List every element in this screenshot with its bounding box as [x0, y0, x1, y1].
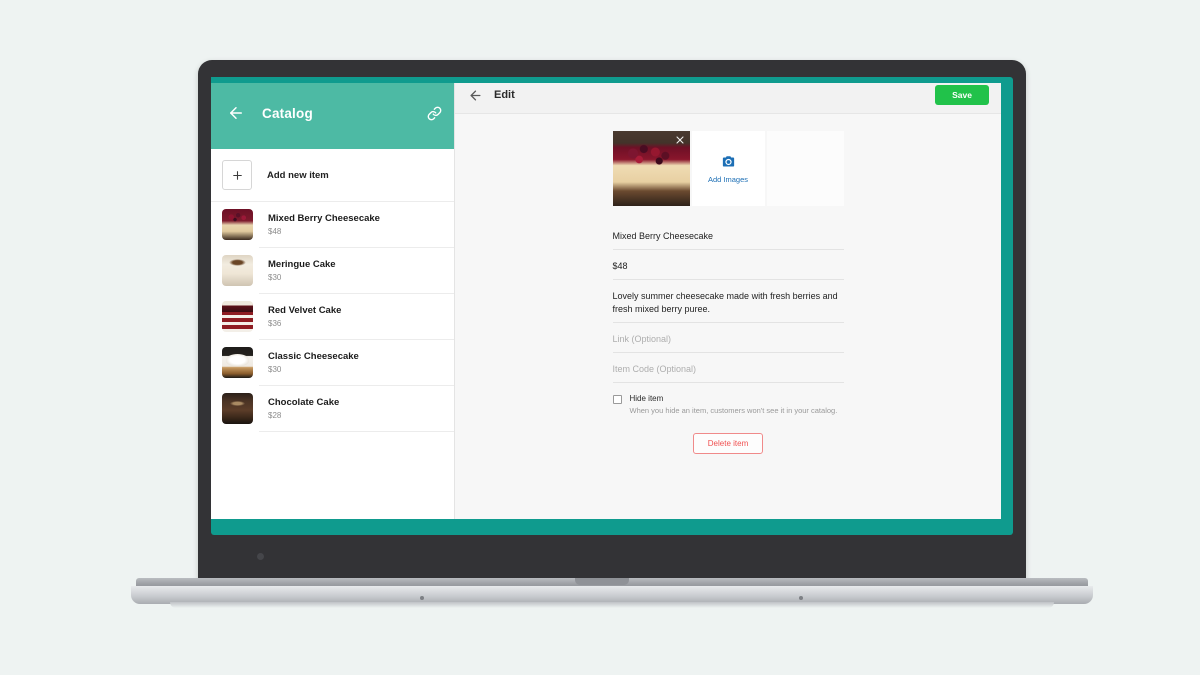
- add-images-label: Add Images: [707, 174, 749, 184]
- list-divider: [259, 431, 454, 432]
- item-name: Mixed Berry Cheesecake: [268, 213, 380, 225]
- list-item[interactable]: Classic Cheesecake $30: [211, 340, 454, 385]
- catalog-item-list: Add new item Mixed Berry Cheesecake $48 …: [211, 149, 454, 519]
- item-thumbnail: [222, 393, 253, 424]
- item-description-field[interactable]: Lovely summer cheesecake made with fresh…: [612, 280, 844, 324]
- item-name: Meringue Cake: [268, 259, 336, 271]
- save-button[interactable]: Save: [935, 85, 989, 105]
- item-text-block: Classic Cheesecake $30: [268, 351, 359, 374]
- laptop-base-shadow: [170, 602, 1054, 608]
- laptop-base-dot-left: [420, 596, 424, 600]
- hide-item-block: Hide item When you hide an item, custome…: [612, 383, 844, 417]
- add-images-tile[interactable]: Add Images: [689, 131, 767, 206]
- hide-item-texts: Hide item When you hide an item, custome…: [630, 394, 838, 417]
- link-icon[interactable]: [427, 106, 442, 121]
- add-new-item-label: Add new item: [267, 169, 329, 181]
- item-price: $30: [268, 272, 282, 282]
- item-text-block: Chocolate Cake $28: [268, 397, 339, 420]
- item-name-field[interactable]: Mixed Berry Cheesecake: [612, 220, 844, 251]
- image-strip: Add Images: [612, 131, 844, 206]
- delete-button-wrap: Delete item: [613, 433, 844, 455]
- laptop-base-dot-right: [799, 596, 803, 600]
- delete-item-button[interactable]: Delete item: [692, 433, 764, 455]
- catalog-back-icon[interactable]: [227, 104, 245, 122]
- item-text-block: Mixed Berry Cheesecake $48: [268, 213, 380, 236]
- empty-image-tile[interactable]: [766, 131, 844, 206]
- plus-icon: [232, 170, 242, 180]
- hide-item-label: Hide item: [629, 394, 664, 404]
- edit-form-area: Add Images Mixed Berry Cheesecake $48 Lo…: [455, 114, 1001, 519]
- item-thumbnail: [222, 255, 253, 286]
- app-screen: Catalog Add new item Mixed Berry Cheesec…: [211, 77, 1001, 519]
- camera-icon: [722, 155, 734, 166]
- list-item[interactable]: Chocolate Cake $28: [211, 386, 454, 431]
- webcam-dot: [257, 553, 264, 560]
- item-name: Red Velvet Cake: [268, 305, 342, 317]
- edit-back-icon[interactable]: [468, 88, 483, 103]
- catalog-title: Catalog: [262, 105, 313, 121]
- page-title: Edit: [494, 89, 515, 101]
- close-icon[interactable]: [674, 134, 686, 146]
- item-thumbnail: [222, 301, 253, 332]
- item-text-block: Red Velvet Cake $36: [268, 305, 341, 328]
- hide-item-description: When you hide an item, customers won't s…: [629, 406, 838, 416]
- list-item[interactable]: Mixed Berry Cheesecake $48: [211, 202, 454, 247]
- screen-top-strip: [211, 77, 1001, 83]
- item-code-field[interactable]: Item Code (Optional): [612, 353, 844, 384]
- catalog-header: Catalog: [211, 77, 454, 149]
- item-price-field[interactable]: $48: [612, 250, 844, 281]
- item-thumbnail: [222, 347, 253, 378]
- item-link-field[interactable]: Link (Optional): [612, 323, 844, 354]
- item-price: $28: [268, 410, 282, 420]
- item-price: $30: [268, 364, 282, 374]
- hide-item-checkbox[interactable]: [612, 395, 622, 405]
- edit-form-column: Add Images Mixed Berry Cheesecake $48 Lo…: [612, 131, 844, 519]
- add-new-item-row[interactable]: Add new item: [211, 149, 454, 202]
- add-new-item-box: [222, 160, 252, 190]
- item-thumbnail: [222, 209, 253, 240]
- list-item[interactable]: Red Velvet Cake $36: [211, 294, 454, 339]
- item-name: Classic Cheesecake: [268, 351, 359, 363]
- item-image-tile[interactable]: [612, 131, 690, 206]
- edit-panel: Edit Save Add Images Mixed Berry Cheesec…: [455, 77, 1001, 519]
- list-item[interactable]: Meringue Cake $30: [211, 248, 454, 293]
- item-text-block: Meringue Cake $30: [268, 259, 336, 282]
- catalog-panel: Catalog Add new item Mixed Berry Cheesec…: [211, 77, 455, 519]
- item-price: $36: [268, 318, 282, 328]
- item-price: $48: [268, 226, 282, 236]
- item-name: Chocolate Cake: [268, 397, 340, 409]
- laptop-base-notch: [575, 578, 629, 585]
